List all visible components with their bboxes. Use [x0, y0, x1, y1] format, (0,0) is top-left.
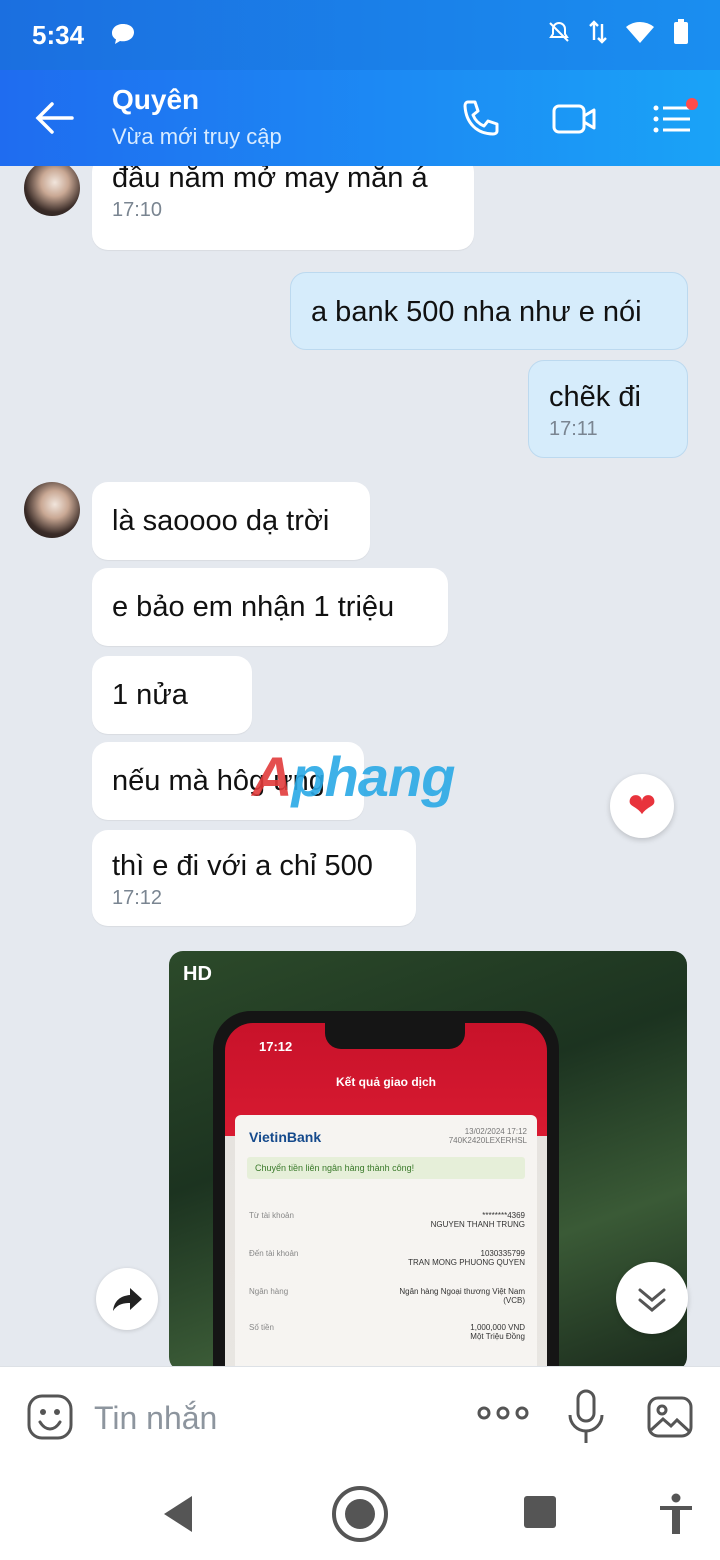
message-time: 17:12 — [112, 887, 163, 909]
status-time: 5:34 — [32, 20, 85, 50]
system-nav-bar — [0, 1466, 720, 1560]
status-icons — [546, 18, 690, 46]
nav-back-icon[interactable] — [160, 1494, 196, 1534]
receipt-row: Ngân hàng Ngân hàng Ngoại thương Việt Nam… — [249, 1287, 525, 1305]
nav-recents-icon[interactable] — [524, 1496, 556, 1528]
receipt-row: Đến tài khoản 1030335799 TRAN MONG PHUONG … — [249, 1249, 525, 1267]
message-bubble[interactable]: chẽk đi 17:11 — [528, 360, 688, 458]
message-bubble[interactable]: 1 nửa — [92, 656, 252, 734]
message-text: e bảo em nhận 1 triệu — [112, 591, 395, 623]
menu-button[interactable] — [648, 94, 698, 144]
mute-icon — [549, 21, 569, 42]
receipt: VietinBank 13/02/2024 17:12 740K2420LEXER… — [235, 1115, 537, 1366]
data-icon — [589, 20, 607, 44]
contact-status: Vừa mới truy cập — [112, 124, 282, 149]
battery-icon — [674, 19, 688, 44]
message-text: đầu năm mở may mắn á — [112, 166, 428, 194]
microphone-icon[interactable] — [566, 1389, 606, 1445]
message-input-bar — [0, 1366, 720, 1467]
forward-button[interactable] — [96, 1268, 158, 1330]
back-arrow-icon[interactable] — [30, 98, 76, 138]
receipt-row: Số tiền 1,000,000 VND Một Triệu Đồng — [249, 1323, 525, 1341]
contact-name[interactable]: Quyên — [112, 84, 199, 116]
bank-logo: VietinBank — [249, 1129, 322, 1145]
phone-icon[interactable] — [456, 94, 506, 144]
phone-screen: 17:12 Kết quả giao dịch VietinBank 13/02… — [225, 1023, 547, 1366]
message-bubble[interactable]: a bank 500 nha như e nói — [290, 272, 688, 350]
message-time: 17:11 — [549, 418, 598, 440]
scroll-down-button[interactable] — [616, 1262, 688, 1334]
message-text: chẽk đi — [549, 381, 641, 413]
watermark-logo: Aphang — [252, 745, 455, 808]
more-options-icon[interactable] — [476, 1401, 530, 1425]
heart-reaction-icon[interactable]: ❤ — [610, 774, 674, 838]
chat-header: Quyên Vừa mới truy cập — [0, 70, 720, 166]
message-text: thì e đi với a chỉ 500 — [112, 850, 373, 882]
message-bubble[interactable]: thì e đi với a chỉ 500 17:12 — [92, 830, 416, 926]
message-text: 1 nửa — [112, 679, 188, 711]
phone-in-photo: 17:12 Kết quả giao dịch VietinBank 13/02… — [213, 1011, 559, 1366]
message-bubble[interactable]: là saoooo dạ trời — [92, 482, 370, 560]
hd-badge: HD — [183, 963, 212, 985]
message-bubble[interactable]: đầu năm mở may mắn á 17:10 — [92, 166, 474, 250]
accessibility-icon[interactable] — [656, 1492, 696, 1536]
receipt-date: 13/02/2024 17:12 740K2420LEXERHSL — [448, 1127, 527, 1145]
emoji-icon[interactable] — [26, 1393, 74, 1441]
phone-notch — [325, 1023, 465, 1049]
message-bubble[interactable]: e bảo em nhận 1 triệu — [92, 568, 448, 646]
notification-dot — [686, 98, 698, 110]
nav-home-icon[interactable] — [330, 1484, 390, 1544]
phone-time: 17:12 — [259, 1039, 293, 1054]
message-text: là saoooo dạ trời — [112, 505, 330, 537]
avatar[interactable] — [24, 166, 80, 216]
message-text: a bank 500 nha như e nói — [311, 296, 642, 328]
wifi-icon — [626, 21, 654, 43]
chat-area: đầu năm mở may mắn á 17:10 a bank 500 nh… — [0, 166, 720, 1366]
messenger-icon — [112, 24, 134, 44]
image-icon[interactable] — [646, 1393, 694, 1441]
success-message: Chuyển tiền liên ngân hàng thành công! — [247, 1157, 525, 1179]
avatar[interactable] — [24, 482, 80, 538]
share-arrow-icon — [113, 1288, 142, 1311]
video-icon[interactable] — [550, 94, 600, 144]
status-bar: 5:34 — [0, 0, 720, 70]
message-input[interactable] — [92, 1393, 436, 1443]
photo-message[interactable]: HD 17:12 Kết quả giao dịch VietinBank 13… — [169, 951, 687, 1366]
receipt-row: Từ tài khoản ********4369 NGUYEN THANH TRU… — [249, 1211, 525, 1229]
chevron-double-down-icon — [638, 1288, 666, 1312]
message-time: 17:10 — [112, 199, 163, 221]
screen-title: Kết quả giao dịch — [335, 1075, 436, 1089]
